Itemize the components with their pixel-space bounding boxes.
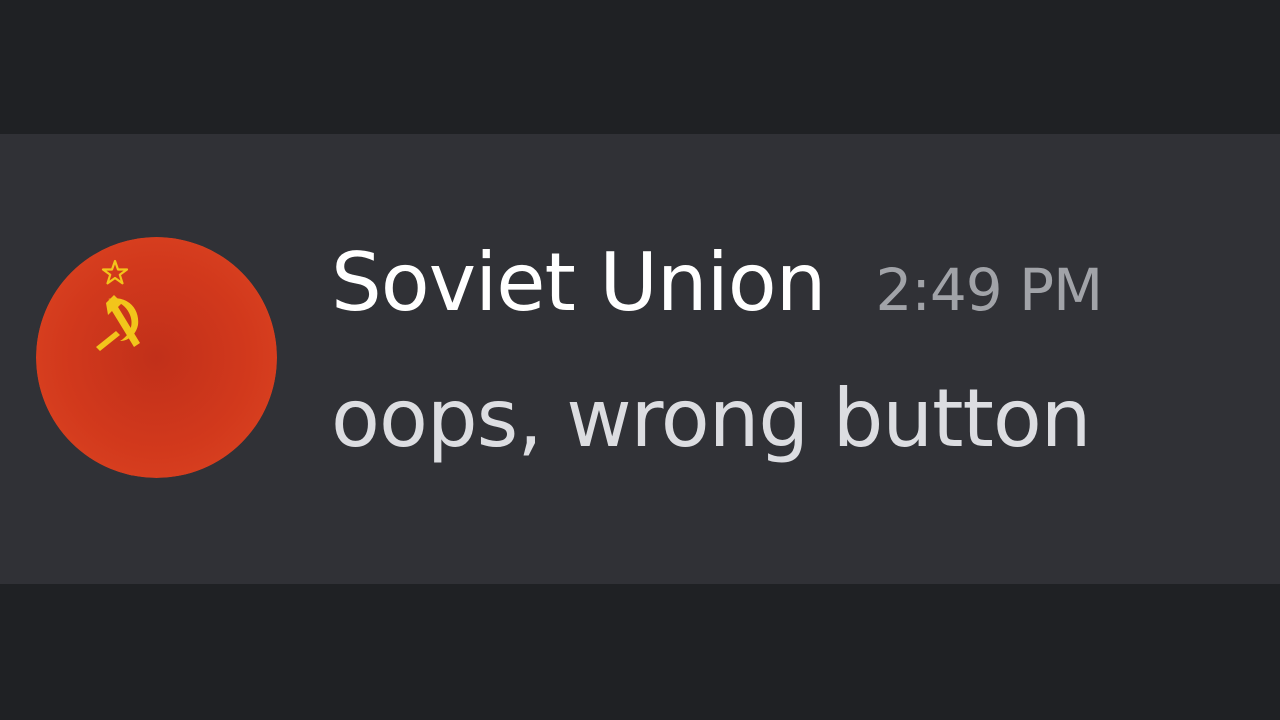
- user-avatar[interactable]: [36, 237, 277, 478]
- message-timestamp: 2:49 PM: [875, 256, 1103, 324]
- username[interactable]: Soviet Union: [331, 236, 826, 329]
- message-content: oops, wrong button: [331, 372, 1091, 465]
- message-header: Soviet Union 2:49 PM: [331, 236, 1103, 346]
- chat-view: Soviet Union 2:49 PM oops, wrong button: [0, 0, 1280, 720]
- soviet-flag-avatar-icon: [36, 237, 277, 478]
- chat-message[interactable]: Soviet Union 2:49 PM oops, wrong button: [0, 134, 1280, 584]
